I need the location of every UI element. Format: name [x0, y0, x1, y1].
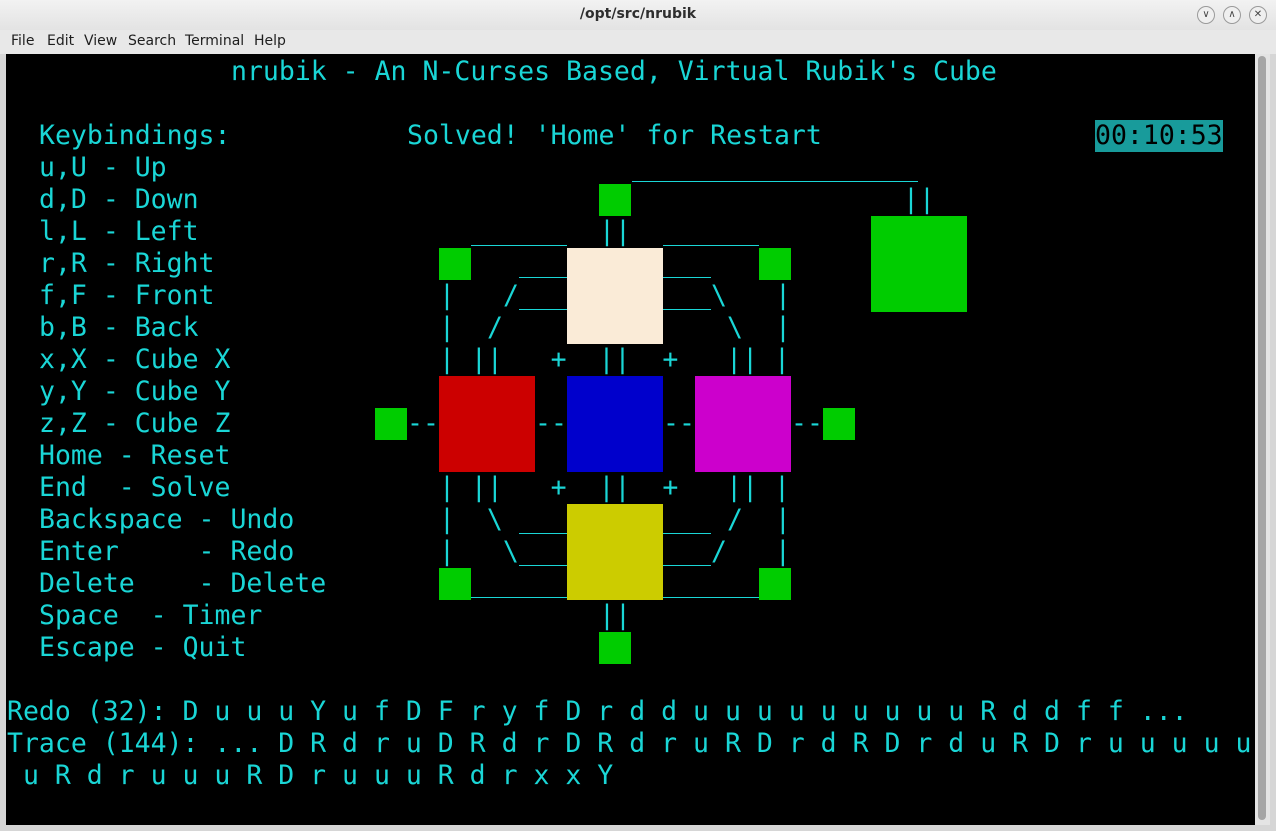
connector-line	[663, 277, 711, 278]
keybinding-item: l,L - Left	[39, 216, 199, 247]
art-bar: |	[439, 280, 455, 311]
window-titlebar: /opt/src/nrubik ∨ ∧ ✕	[0, 0, 1276, 30]
keybinding-item: b,B - Back	[39, 312, 199, 343]
connector-line	[519, 309, 567, 310]
art-dash: --	[663, 408, 695, 439]
keybinding-item: y,Y - Cube Y	[39, 376, 231, 407]
art-dash: --	[535, 408, 567, 439]
app-heading: nrubik - An N-Curses Based, Virtual Rubi…	[231, 56, 997, 87]
menu-help[interactable]: Help	[254, 33, 286, 49]
connector-line	[663, 533, 711, 534]
connector-line	[471, 245, 567, 246]
art-backslash: \	[727, 312, 743, 343]
connector-line	[519, 277, 567, 278]
edge-marker	[375, 408, 407, 440]
keybinding-item: d,D - Down	[39, 184, 199, 215]
top-link: ||	[599, 216, 631, 247]
edge-marker	[439, 568, 471, 600]
keybinding-item: Backspace - Undo	[39, 504, 295, 535]
menu-edit[interactable]: Edit	[47, 33, 74, 49]
connector-line	[663, 565, 711, 566]
art-side: / |	[727, 504, 791, 535]
art-dash: --	[791, 408, 823, 439]
keybinding-item: Delete - Delete	[39, 568, 327, 599]
keybinding-item: u,U - Up	[39, 152, 167, 183]
art-bar: |	[775, 312, 791, 343]
menu-view[interactable]: View	[84, 33, 117, 49]
keybinding-item: Escape - Quit	[39, 632, 247, 663]
back-link: ||	[903, 184, 935, 215]
keybinding-item: Home - Reset	[39, 440, 231, 471]
right-face	[695, 376, 791, 472]
keybinding-item: Space - Timer	[39, 600, 263, 631]
menu-file[interactable]: File	[11, 33, 34, 49]
connector-line	[663, 597, 759, 598]
connector-line	[663, 309, 711, 310]
keybinding-item: f,F - Front	[39, 280, 215, 311]
keybindings-title: Keybindings:	[39, 120, 231, 151]
art-side: | \	[439, 504, 503, 535]
keybinding-item: z,Z - Cube Z	[39, 408, 231, 439]
art-joint-row: | || + || + || |	[439, 472, 790, 503]
art-backslash: \	[711, 280, 727, 311]
scrollbar-thumb[interactable]	[1258, 56, 1266, 820]
trace-history-continued: u R d r u u u R D r u u u R d r x x Y	[7, 760, 614, 791]
window-title: /opt/src/nrubik	[579, 6, 697, 22]
art-dash: --	[407, 408, 439, 439]
scrollbar[interactable]	[1255, 54, 1270, 825]
menu-bar: File Edit View Search Terminal Help	[0, 30, 1276, 54]
keybinding-item: Enter - Redo	[39, 536, 295, 567]
status-message: Solved! 'Home' for Restart	[407, 120, 822, 151]
keybinding-item: x,X - Cube X	[39, 344, 231, 375]
art-side: / |	[711, 536, 791, 567]
bottom-link: ||	[599, 600, 631, 631]
connector-line	[519, 533, 567, 534]
keybinding-item: End - Solve	[39, 472, 231, 503]
terminal-area[interactable]: nrubik - An N-Curses Based, Virtual Rubi…	[6, 54, 1255, 825]
menu-search[interactable]: Search	[128, 33, 176, 49]
edge-marker	[599, 184, 631, 216]
edge-marker	[759, 568, 791, 600]
edge-marker	[823, 408, 855, 440]
left-face	[439, 376, 535, 472]
redo-history: Redo (32): D u u u Y u f D F r y f D r d…	[7, 696, 1188, 727]
edge-marker	[439, 248, 471, 280]
connector-line	[471, 597, 567, 598]
connector-line	[663, 245, 759, 246]
art-bar: |	[775, 280, 791, 311]
front-face	[567, 376, 663, 472]
maximize-button[interactable]: ∧	[1223, 6, 1241, 24]
art-bar: |	[439, 312, 455, 343]
down-face	[567, 504, 663, 600]
art-joint-row: | || + || + || |	[439, 344, 790, 375]
art-slash: /	[503, 280, 519, 311]
timer-display: 00:10:53	[1095, 120, 1223, 152]
art-side: | \	[439, 536, 519, 567]
connector-line	[519, 565, 567, 566]
close-button[interactable]: ✕	[1249, 6, 1267, 24]
minimize-button[interactable]: ∨	[1197, 6, 1215, 24]
edge-marker	[759, 248, 791, 280]
back-face	[871, 216, 967, 312]
trace-history: Trace (144): ... D R d r u D R d r D R d…	[7, 728, 1252, 759]
edge-marker	[599, 632, 631, 664]
art-slash: /	[487, 312, 503, 343]
menu-terminal[interactable]: Terminal	[185, 33, 244, 49]
back-connector-line	[632, 181, 918, 182]
up-face	[567, 248, 663, 344]
keybinding-item: r,R - Right	[39, 248, 215, 279]
